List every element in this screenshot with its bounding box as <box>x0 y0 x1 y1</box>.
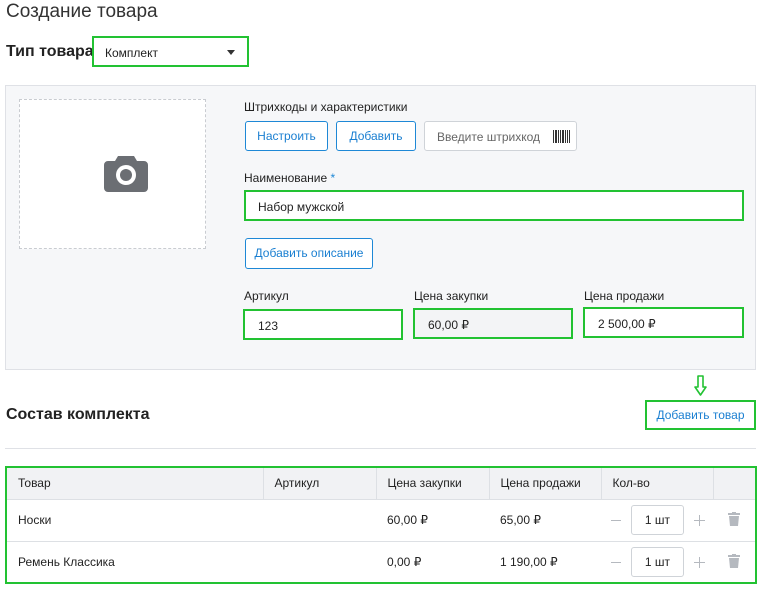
bundle-section-title: Состав комплекта <box>6 406 150 423</box>
column-header-article: Артикул <box>263 468 377 499</box>
configure-button[interactable]: Настроить <box>245 121 328 151</box>
add-barcode-button[interactable]: Добавить <box>336 121 416 151</box>
row-purchase-price: 60,00 ₽ <box>387 513 428 527</box>
add-product-button[interactable]: Добавить товар <box>645 400 756 430</box>
column-header-qty: Кол-во <box>601 468 714 499</box>
row-article <box>263 541 376 583</box>
chevron-down-icon <box>227 50 235 55</box>
sale-price-value: 2 500,00 ₽ <box>598 317 656 331</box>
plus-icon[interactable] <box>694 556 705 568</box>
plus-icon[interactable] <box>694 514 705 526</box>
minus-icon[interactable] <box>611 519 621 521</box>
barcodes-label: Штрихкоды и характеристики <box>244 100 408 114</box>
article-label: Артикул <box>244 289 289 303</box>
row-product-name: Носки <box>18 513 52 527</box>
page-title: Создание товара <box>6 1 158 22</box>
row-qty-cell: 1 шт <box>601 499 713 541</box>
table-header-row: Товар Артикул Цена закупки Цена продажи … <box>7 468 755 499</box>
row-sale-price: 65,00 ₽ <box>500 513 541 527</box>
article-input-value: 123 <box>258 319 279 333</box>
name-label: Наименование * <box>244 171 335 185</box>
name-input-value: Набор мужской <box>258 200 345 214</box>
bundle-table: Товар Артикул Цена закупки Цена продажи … <box>5 466 757 584</box>
trash-icon[interactable] <box>728 553 740 568</box>
section-divider <box>5 448 756 449</box>
purchase-price-input[interactable]: 60,00 ₽ <box>413 308 573 339</box>
row-sale-price: 1 190,00 ₽ <box>500 555 558 570</box>
required-mark: * <box>330 171 336 185</box>
quantity-input[interactable]: 1 шт <box>631 547 684 578</box>
article-input[interactable]: 123 <box>243 309 403 340</box>
purchase-price-label: Цена закупки <box>414 289 489 303</box>
column-header-sale: Цена продажи <box>489 468 602 499</box>
arrow-down-icon <box>694 375 707 396</box>
column-header-purchase: Цена закупки <box>376 468 490 499</box>
barcode-input-placeholder: Введите штрихкод <box>437 130 541 144</box>
column-header-actions <box>713 468 755 499</box>
name-label-text: Наименование <box>244 171 328 185</box>
name-input[interactable]: Набор мужской <box>244 190 744 221</box>
row-article <box>263 499 376 541</box>
add-description-button[interactable]: Добавить описание <box>245 238 373 269</box>
sale-price-label: Цена продажи <box>584 289 665 303</box>
table-row: Ремень Классика 0,00 ₽ 1 190,00 ₽ 1 шт <box>7 541 755 583</box>
purchase-price-value: 60,00 ₽ <box>428 318 469 332</box>
row-product-name: Ремень Классика <box>18 555 115 570</box>
minus-icon[interactable] <box>611 561 621 563</box>
column-header-product: Товар <box>7 468 264 499</box>
barcode-input[interactable]: Введите штрихкод <box>424 121 577 151</box>
product-type-select[interactable]: Комплект <box>92 36 249 67</box>
product-type-label: Тип товара <box>6 43 94 60</box>
product-type-value: Комплект <box>105 46 158 60</box>
row-qty-cell: 1 шт <box>601 541 713 583</box>
row-actions <box>713 499 755 541</box>
quantity-input[interactable]: 1 шт <box>631 505 684 535</box>
camera-icon <box>104 156 148 192</box>
sale-price-input[interactable]: 2 500,00 ₽ <box>583 307 744 338</box>
row-actions <box>713 541 755 583</box>
trash-icon[interactable] <box>728 511 740 526</box>
barcode-icon[interactable] <box>553 130 570 143</box>
row-purchase-price: 0,00 ₽ <box>387 555 422 570</box>
table-row: Носки 60,00 ₽ 65,00 ₽ 1 шт <box>7 499 755 541</box>
